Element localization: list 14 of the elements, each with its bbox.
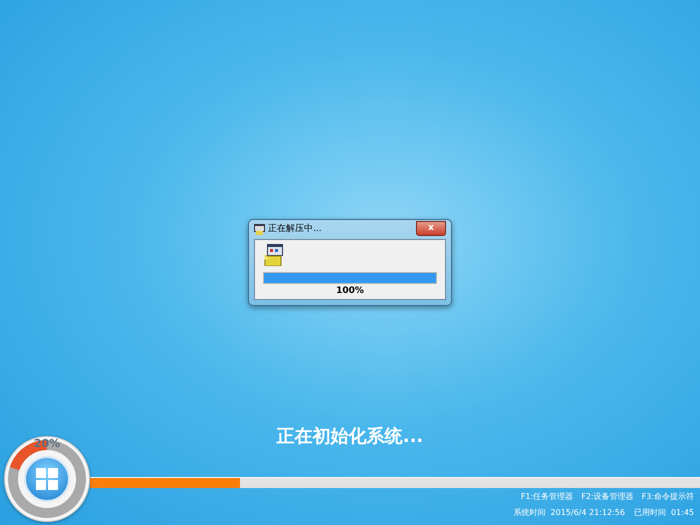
elapsed-time-label: 已用时间: [634, 507, 666, 519]
system-time-label: 系统时间: [514, 507, 546, 519]
status-text: 正在初始化系统...: [276, 425, 424, 449]
windows-logo-icon: [24, 456, 70, 502]
shortcut-hint: F3:命令提示符: [642, 491, 694, 503]
elapsed-time: 01:45: [670, 507, 694, 519]
progress-percent: 100%: [336, 287, 364, 296]
system-time: 2015/6/4 21:12:56: [550, 507, 625, 519]
close-button[interactable]: x: [416, 220, 446, 236]
shortcut-hint: F2:设备管理器: [581, 491, 634, 503]
shortcut-hint: F1:任务管理器: [520, 491, 574, 503]
installer-icon: [254, 224, 265, 235]
dialog-title: 正在解压中...: [268, 225, 322, 234]
package-icon: [263, 244, 285, 266]
